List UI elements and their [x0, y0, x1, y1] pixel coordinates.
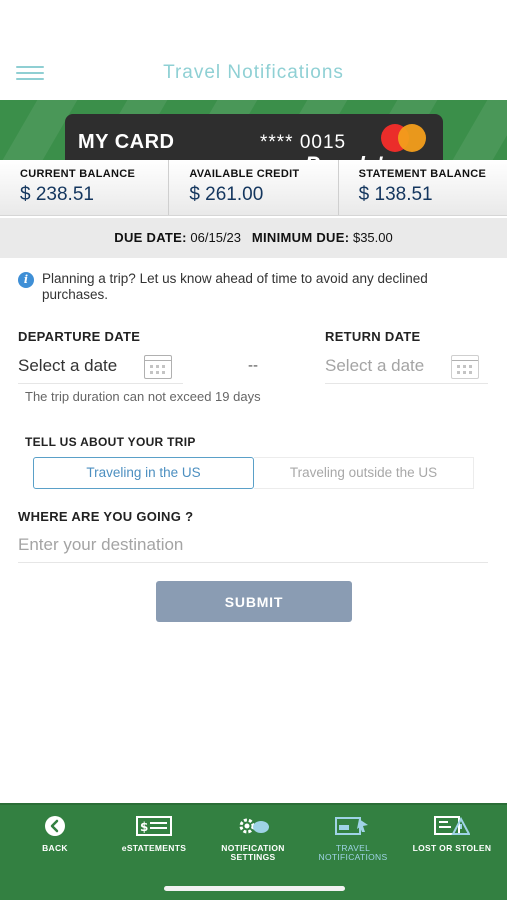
home-indicator[interactable] [164, 886, 345, 891]
mastercard-logo-icon [381, 124, 429, 154]
minimum-due-label: MINIMUM DUE: [251, 230, 350, 245]
balance-summary: CURRENT BALANCE $ 238.51 AVAILABLE CREDI… [0, 160, 507, 216]
due-date-bar: DUE DATE: 06/15/23 MINIMUM DUE: $35.00 [0, 218, 507, 258]
tab-back[interactable]: BACK [5, 815, 105, 853]
tab-label: LOST OR STOLEN [412, 843, 492, 853]
balance-label: AVAILABLE CREDIT [189, 168, 300, 180]
tab-label: BACK [42, 843, 68, 853]
tab-label: TRAVEL NOTIFICATIONS [318, 843, 388, 862]
app-header: Travel Notifications [0, 0, 507, 100]
trip-type-segmented-control: Traveling in the US Traveling outside th… [33, 457, 474, 489]
card-brand-logo: People's [305, 152, 395, 160]
card-number: **** 0015 [260, 132, 347, 153]
destination-label: WHERE ARE YOU GOING ? [18, 509, 194, 524]
balance-value: $ 138.51 [358, 184, 433, 205]
due-date-value: 06/15/23 [190, 230, 242, 245]
traveling-outside-us-option[interactable]: Traveling outside the US [254, 457, 474, 489]
info-message: i Planning a trip? Let us know ahead of … [18, 271, 488, 303]
departure-date-placeholder: Select a date [18, 356, 118, 375]
tab-travel-notifications[interactable]: TRAVEL NOTIFICATIONS [303, 815, 403, 862]
departure-date-picker[interactable]: Select a date [18, 352, 183, 384]
balance-label: STATEMENT BALANCE [358, 168, 487, 180]
card-banner: MY CARD **** 0015 People's [0, 100, 507, 160]
lost-stolen-icon [434, 815, 471, 839]
trip-duration-hint: The trip duration can not exceed 19 days [25, 389, 261, 404]
current-balance: CURRENT BALANCE $ 238.51 [0, 160, 170, 215]
destination-input[interactable] [18, 527, 488, 563]
available-credit: AVAILABLE CREDIT $ 261.00 [169, 160, 339, 215]
back-arrow-icon [44, 815, 66, 839]
svg-text:$: $ [140, 820, 148, 834]
date-separator: -- [248, 357, 258, 374]
balance-label: CURRENT BALANCE [20, 168, 136, 180]
info-icon: i [18, 272, 34, 288]
submit-button[interactable]: SUBMIT [156, 581, 352, 622]
minimum-due-value: $35.00 [352, 230, 393, 245]
credit-card-image: MY CARD **** 0015 People's [65, 114, 443, 160]
info-text: Planning a trip? Let us know ahead of ti… [42, 271, 428, 302]
notification-settings-icon [235, 815, 271, 839]
tab-lost-or-stolen[interactable]: LOST OR STOLEN [402, 815, 502, 853]
tab-notification-settings[interactable]: NOTIFICATION SETTINGS [203, 815, 303, 862]
due-date-label: DUE DATE: [114, 230, 187, 245]
card-name: MY CARD [78, 131, 175, 153]
tab-label: NOTIFICATION SETTINGS [221, 843, 285, 862]
departure-date-label: DEPARTURE DATE [18, 329, 141, 344]
travel-notifications-icon [335, 815, 371, 839]
balance-value: $ 261.00 [189, 184, 264, 205]
return-date-picker[interactable]: Select a date [325, 352, 488, 384]
tab-estatements[interactable]: $ eSTATEMENTS [104, 815, 204, 853]
traveling-in-us-option[interactable]: Traveling in the US [33, 457, 254, 489]
statement-balance: STATEMENT BALANCE $ 138.51 [339, 160, 507, 215]
trip-type-label: TELL US ABOUT YOUR TRIP [25, 435, 196, 449]
calendar-icon [451, 355, 479, 379]
page-title: Travel Notifications [163, 62, 344, 83]
balance-value: $ 238.51 [20, 184, 94, 205]
return-date-label: RETURN DATE [325, 329, 421, 344]
calendar-icon [144, 355, 172, 379]
statement-icon: $ [136, 815, 172, 839]
return-date-placeholder: Select a date [325, 356, 425, 375]
tab-label: eSTATEMENTS [121, 843, 187, 853]
